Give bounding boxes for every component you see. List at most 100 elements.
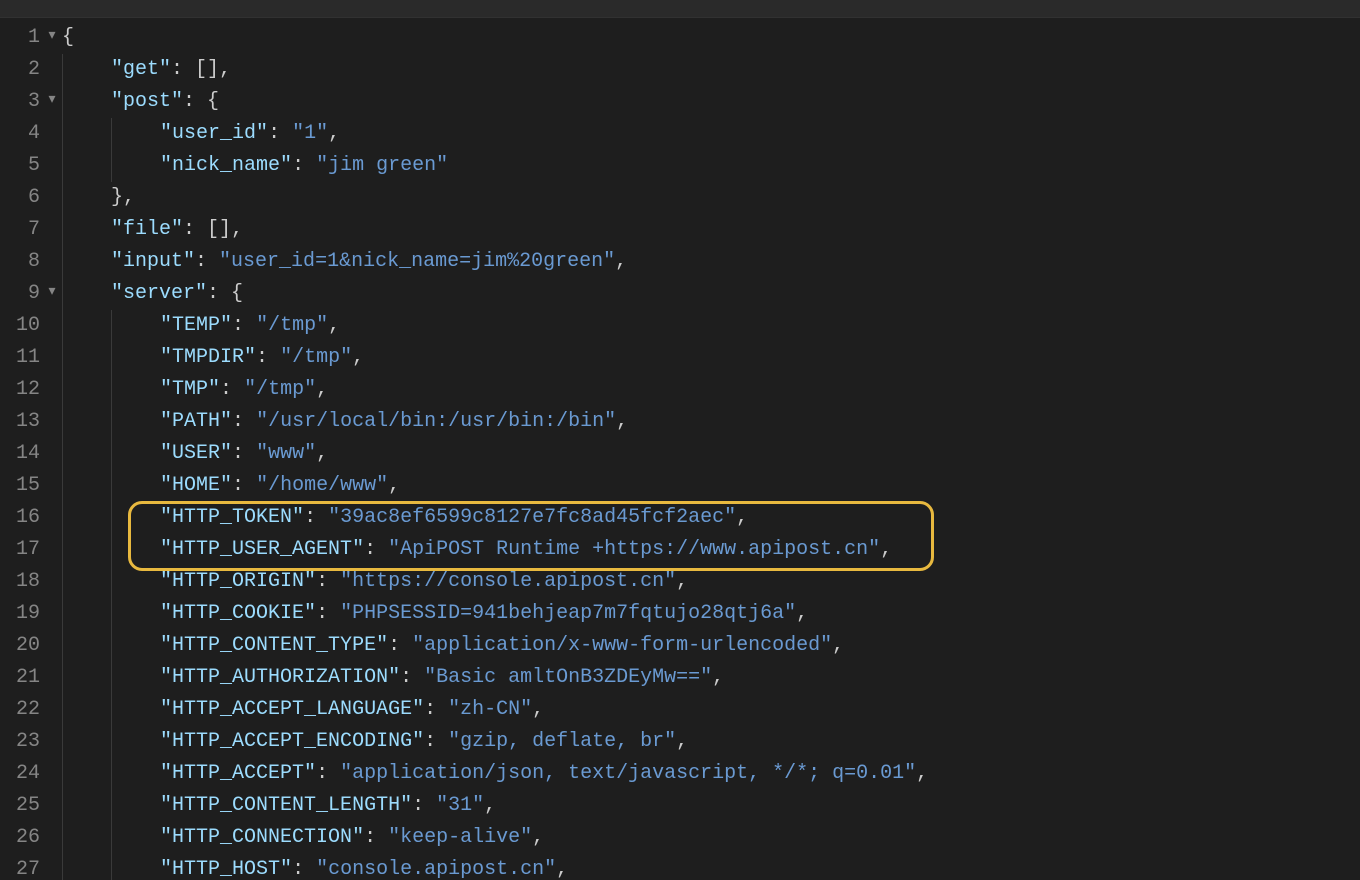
line-number[interactable]: 18 — [0, 566, 40, 598]
line-number[interactable]: 20 — [0, 630, 40, 662]
comma: , — [231, 218, 243, 241]
code-line[interactable]: "user_id": "1", — [62, 118, 1360, 150]
json-key: "server" — [111, 282, 207, 305]
code-line[interactable]: "input": "user_id=1&nick_name=jim%20gree… — [62, 246, 1360, 278]
code-line[interactable]: "HTTP_CONTENT_LENGTH": "31", — [62, 790, 1360, 822]
code-line[interactable]: "TEMP": "/tmp", — [62, 310, 1360, 342]
indent-guide — [111, 790, 160, 822]
indent-guide — [111, 438, 160, 470]
indent-guide — [111, 502, 160, 534]
code-area[interactable]: { "get": [], "post": { "user_id": "1", "… — [60, 18, 1360, 880]
comma: , — [328, 314, 340, 337]
colon: : — [316, 602, 340, 625]
code-line[interactable]: "HTTP_CONNECTION": "keep-alive", — [62, 822, 1360, 854]
line-number[interactable]: 1 — [0, 22, 40, 54]
colon: : — [304, 506, 328, 529]
code-line[interactable]: "HTTP_ACCEPT": "application/json, text/j… — [62, 758, 1360, 790]
line-number[interactable]: 7 — [0, 214, 40, 246]
code-line[interactable]: "HTTP_ACCEPT_ENCODING": "gzip, deflate, … — [62, 726, 1360, 758]
comma: , — [219, 58, 231, 81]
code-line[interactable]: "post": { — [62, 86, 1360, 118]
indent-guide — [62, 502, 111, 534]
indent-guide — [111, 630, 160, 662]
comma: , — [880, 538, 892, 561]
code-line[interactable]: { — [62, 22, 1360, 54]
indent-guide — [62, 854, 111, 880]
line-number[interactable]: 13 — [0, 406, 40, 438]
code-line[interactable]: "HTTP_CONTENT_TYPE": "application/x-www-… — [62, 630, 1360, 662]
comma: , — [676, 570, 688, 593]
comma: , — [615, 250, 627, 273]
colon: : — [316, 570, 340, 593]
code-line[interactable]: "HOME": "/home/www", — [62, 470, 1360, 502]
fold-chevron-down-icon[interactable]: ▾ — [48, 20, 55, 52]
json-string: "application/x-www-form-urlencoded" — [412, 634, 832, 657]
code-editor[interactable]: 1 2 3 4 5 6 7 8 9 10 11 12 13 14 15 16 1… — [0, 18, 1360, 880]
json-key: "HTTP_CONTENT_LENGTH" — [160, 794, 412, 817]
colon: : — [232, 314, 256, 337]
json-string: "39ac8ef6599c8127e7fc8ad45fcf2aec" — [328, 506, 736, 529]
line-number[interactable]: 8 — [0, 246, 40, 278]
json-key: "TMP" — [160, 378, 220, 401]
line-number[interactable]: 4 — [0, 118, 40, 150]
code-line[interactable]: "HTTP_USER_AGENT": "ApiPOST Runtime +htt… — [62, 534, 1360, 566]
json-string: "user_id=1&nick_name=jim%20green" — [219, 250, 615, 273]
json-key: "HTTP_ACCEPT" — [160, 762, 316, 785]
line-number-gutter[interactable]: 1 2 3 4 5 6 7 8 9 10 11 12 13 14 15 16 1… — [0, 18, 44, 880]
line-number[interactable]: 11 — [0, 342, 40, 374]
line-number[interactable]: 10 — [0, 310, 40, 342]
code-line[interactable]: "get": [], — [62, 54, 1360, 86]
line-number[interactable]: 17 — [0, 534, 40, 566]
code-line[interactable]: "nick_name": "jim green" — [62, 150, 1360, 182]
json-string: "www" — [256, 442, 316, 465]
colon: : — [232, 474, 256, 497]
line-number[interactable]: 15 — [0, 470, 40, 502]
colon: : — [316, 762, 340, 785]
line-number[interactable]: 23 — [0, 726, 40, 758]
json-key: "HTTP_ORIGIN" — [160, 570, 316, 593]
fold-gutter[interactable]: ▾ ▾ ▾ — [44, 18, 60, 880]
line-number[interactable]: 19 — [0, 598, 40, 630]
line-number[interactable]: 5 — [0, 150, 40, 182]
code-line[interactable]: "HTTP_HOST": "console.apipost.cn", — [62, 854, 1360, 880]
line-number[interactable]: 16 — [0, 502, 40, 534]
line-number[interactable]: 14 — [0, 438, 40, 470]
code-line[interactable]: "HTTP_ORIGIN": "https://console.apipost.… — [62, 566, 1360, 598]
code-line[interactable]: "USER": "www", — [62, 438, 1360, 470]
json-key: "HTTP_USER_AGENT" — [160, 538, 364, 561]
colon: : — [195, 250, 219, 273]
indent-guide — [111, 342, 160, 374]
comma: , — [676, 730, 688, 753]
line-number[interactable]: 3 — [0, 86, 40, 118]
code-line[interactable]: "file": [], — [62, 214, 1360, 246]
code-line[interactable]: "HTTP_AUTHORIZATION": "Basic amltOnB3ZDE… — [62, 662, 1360, 694]
json-key: "TEMP" — [160, 314, 232, 337]
json-key: "HTTP_ACCEPT_ENCODING" — [160, 730, 424, 753]
line-number[interactable]: 6 — [0, 182, 40, 214]
json-key: "PATH" — [160, 410, 232, 433]
json-string: "zh-CN" — [448, 698, 532, 721]
code-line[interactable]: "HTTP_TOKEN": "39ac8ef6599c8127e7fc8ad45… — [62, 502, 1360, 534]
line-number[interactable]: 12 — [0, 374, 40, 406]
line-number[interactable]: 27 — [0, 854, 40, 880]
fold-chevron-down-icon[interactable]: ▾ — [48, 276, 55, 308]
line-number[interactable]: 2 — [0, 54, 40, 86]
line-number[interactable]: 25 — [0, 790, 40, 822]
code-line[interactable]: "TMPDIR": "/tmp", — [62, 342, 1360, 374]
fold-chevron-down-icon[interactable]: ▾ — [48, 84, 55, 116]
line-number[interactable]: 26 — [0, 822, 40, 854]
code-line[interactable]: "HTTP_ACCEPT_LANGUAGE": "zh-CN", — [62, 694, 1360, 726]
json-array: [] — [195, 58, 219, 81]
code-line[interactable]: "server": { — [62, 278, 1360, 310]
line-number[interactable]: 22 — [0, 694, 40, 726]
code-line[interactable]: }, — [62, 182, 1360, 214]
code-line[interactable]: "HTTP_COOKIE": "PHPSESSID=941behjeap7m7f… — [62, 598, 1360, 630]
line-number[interactable]: 21 — [0, 662, 40, 694]
code-line[interactable]: "TMP": "/tmp", — [62, 374, 1360, 406]
colon: : — [292, 154, 316, 177]
code-line[interactable]: "PATH": "/usr/local/bin:/usr/bin:/bin", — [62, 406, 1360, 438]
line-number[interactable]: 24 — [0, 758, 40, 790]
comma: , — [616, 410, 628, 433]
colon: : — [183, 90, 207, 113]
line-number[interactable]: 9 — [0, 278, 40, 310]
